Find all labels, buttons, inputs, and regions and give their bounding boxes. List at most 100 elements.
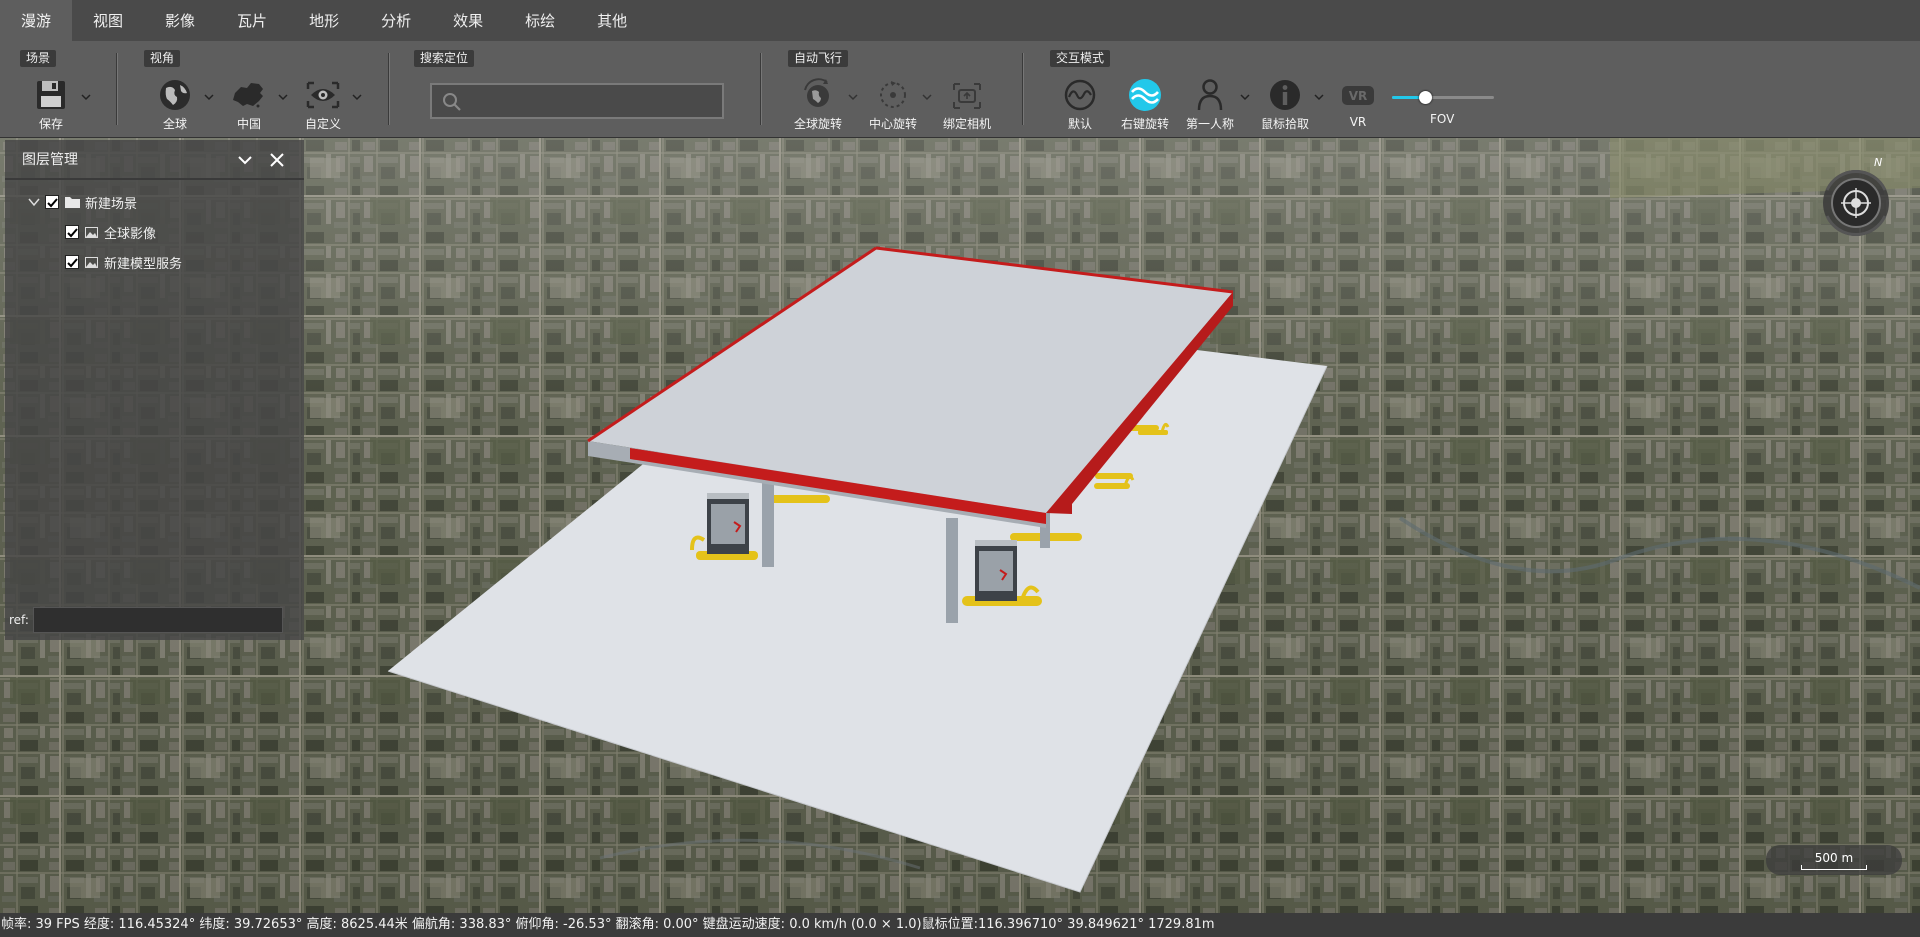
mode-mouse-pick-label: 鼠标拾取: [1260, 117, 1309, 131]
view-globe-button[interactable]: 全球: [145, 77, 205, 133]
layer-panel-title: 图层管理: [22, 152, 78, 168]
layer-checkbox[interactable]: [65, 255, 79, 269]
group-label-interaction: 交互模式: [1050, 50, 1111, 67]
chevron-down-icon[interactable]: [1240, 92, 1250, 102]
group-label-autoflight: 自动飞行: [788, 50, 849, 67]
mode-default-button[interactable]: 默认: [1050, 77, 1110, 133]
chevron-down-icon[interactable]: [81, 92, 91, 102]
tab-view[interactable]: 视图: [72, 0, 144, 41]
layer-panel-header: 图层管理: [5, 140, 304, 180]
toolbar-ribbon: 场景 视角 搜索定位 自动飞行 交互模式 保存 全球 中国 自定义 全球旋转 中…: [0, 41, 1920, 138]
chevron-down-icon[interactable]: [848, 92, 858, 102]
save-icon: [31, 77, 71, 113]
status-text: 帧率: 39 FPS 经度: 116.45324° 纬度: 39.72653° …: [1, 917, 1215, 932]
globe-rotate-icon: [798, 77, 838, 113]
navigation-compass[interactable]: N: [1821, 156, 1891, 238]
chevron-down-icon[interactable]: [204, 92, 214, 102]
wave-circle-active-icon: [1125, 77, 1165, 113]
tab-analysis[interactable]: 分析: [360, 0, 432, 41]
main-menu-bar: 漫游 视图 影像 瓦片 地形 分析 效果 标绘 其他: [0, 0, 1920, 41]
mode-right-rotate-button[interactable]: 右键旋转: [1115, 77, 1175, 133]
image-layer-icon: [85, 256, 98, 268]
mode-right-rotate-label: 右键旋转: [1120, 117, 1169, 131]
group-label-search: 搜索定位: [414, 50, 475, 67]
close-icon[interactable]: [269, 152, 285, 168]
separator: [760, 53, 761, 125]
mode-vr-button[interactable]: VR VR: [1328, 77, 1388, 133]
collapse-chevron-icon[interactable]: [237, 152, 253, 168]
globe-rotate-button[interactable]: 全球旋转: [788, 77, 848, 133]
group-label-scene: 场景: [20, 50, 57, 67]
view-china-label: 中国: [236, 117, 261, 131]
globe-icon: [155, 77, 195, 113]
tree-node-label: 全球影像: [104, 226, 157, 242]
fov-slider-handle[interactable]: [1418, 91, 1432, 104]
scale-value: 500 m: [1814, 850, 1854, 865]
center-rotate-label: 中心旋转: [868, 117, 917, 131]
bind-camera-label: 绑定相机: [942, 117, 991, 131]
center-rotate-button[interactable]: 中心旋转: [863, 77, 923, 133]
tree-node-label: 新建场景: [85, 196, 138, 212]
view-custom-label: 自定义: [304, 117, 341, 131]
separator: [1022, 53, 1023, 125]
mode-vr-label: VR: [1349, 115, 1367, 129]
chevron-down-icon[interactable]: [28, 196, 40, 208]
folder-icon: [65, 197, 80, 208]
mode-first-person-label: 第一人称: [1185, 117, 1234, 131]
save-label: 保存: [38, 117, 63, 131]
scale-bar: 500 m: [1766, 845, 1902, 875]
fov-slider[interactable]: [1392, 89, 1494, 105]
view-china-button[interactable]: 中国: [219, 77, 279, 133]
tab-effects[interactable]: 效果: [432, 0, 504, 41]
tab-plotting[interactable]: 标绘: [504, 0, 576, 41]
info-icon: [1265, 77, 1305, 113]
search-icon: [443, 93, 461, 111]
separator: [116, 53, 117, 125]
svg-text:VR: VR: [1349, 89, 1368, 103]
check-icon: [46, 197, 58, 207]
search-input[interactable]: [466, 89, 716, 113]
tree-node-global-imagery[interactable]: 全球影像: [65, 222, 156, 242]
center-rotate-icon: [873, 77, 913, 113]
view-globe-label: 全球: [162, 117, 187, 131]
status-bar: 帧率: 39 FPS 经度: 116.45324° 纬度: 39.72653° …: [0, 913, 1920, 937]
group-label-view: 视角: [144, 50, 181, 67]
ref-label: ref:: [9, 613, 29, 627]
compass-north-label: N: [1874, 156, 1883, 169]
tab-roam[interactable]: 漫游: [0, 0, 73, 41]
mode-mouse-pick-button[interactable]: 鼠标拾取: [1255, 77, 1315, 133]
fov-label: FOV: [1430, 112, 1455, 126]
wave-circle-icon: [1060, 77, 1100, 113]
vr-headset-icon: VR: [1338, 77, 1378, 113]
ref-input-row: ref:: [9, 607, 283, 633]
tab-tiles[interactable]: 瓦片: [216, 0, 288, 41]
tree-node-label: 新建模型服务: [104, 256, 183, 272]
tab-other[interactable]: 其他: [576, 0, 648, 41]
chevron-down-icon[interactable]: [922, 92, 932, 102]
chevron-down-icon[interactable]: [1314, 92, 1324, 102]
mode-first-person-button[interactable]: 第一人称: [1180, 77, 1240, 133]
person-icon: [1190, 77, 1230, 113]
layer-checkbox[interactable]: [65, 225, 79, 239]
separator: [388, 53, 389, 125]
tree-node-model-service[interactable]: 新建模型服务: [65, 252, 182, 272]
layer-checkbox[interactable]: [45, 195, 59, 209]
view-custom-button[interactable]: 自定义: [293, 77, 353, 133]
mode-default-label: 默认: [1067, 117, 1092, 131]
china-map-icon: [229, 77, 269, 113]
check-icon: [66, 257, 78, 267]
tab-imagery[interactable]: 影像: [144, 0, 216, 41]
check-icon: [66, 227, 78, 237]
eye-icon: [303, 77, 343, 113]
chevron-down-icon[interactable]: [352, 92, 362, 102]
chevron-down-icon[interactable]: [278, 92, 288, 102]
globe-rotate-label: 全球旋转: [793, 117, 842, 131]
tree-node-scene[interactable]: 新建场景: [28, 192, 137, 212]
image-layer-icon: [85, 226, 98, 238]
location-search-box: [430, 83, 724, 119]
save-button[interactable]: 保存: [21, 77, 81, 133]
ref-input[interactable]: [33, 607, 283, 633]
bind-camera-button[interactable]: 绑定相机: [937, 77, 997, 133]
scale-bar-line: [1801, 864, 1867, 870]
tab-terrain[interactable]: 地形: [288, 0, 360, 41]
